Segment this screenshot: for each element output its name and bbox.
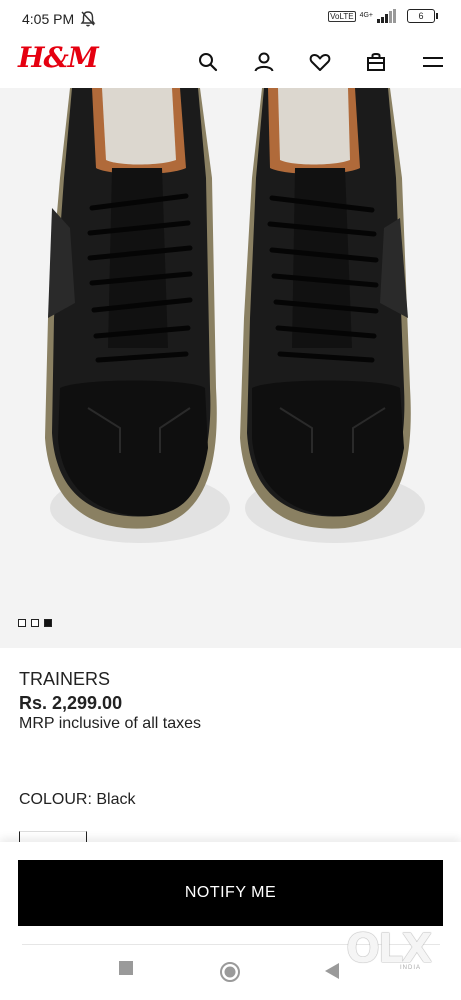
favourites-icon[interactable] bbox=[308, 50, 332, 74]
pagination-dot-active[interactable] bbox=[44, 619, 52, 627]
signal-icon bbox=[377, 9, 396, 23]
product-name: TRAINERS bbox=[19, 669, 111, 689]
product-price: Rs. 2,299.00 bbox=[19, 693, 123, 713]
tax-note: MRP inclusive of all taxes bbox=[19, 715, 201, 732]
pagination-dot[interactable] bbox=[18, 619, 26, 627]
colour-value: Black bbox=[96, 791, 136, 808]
pagination-dot[interactable] bbox=[31, 619, 39, 627]
back-icon[interactable] bbox=[324, 962, 340, 980]
colour-label: COLOUR: bbox=[19, 791, 92, 808]
notification-muted-icon bbox=[80, 11, 96, 27]
app-header: H&M bbox=[0, 40, 461, 88]
notify-me-button[interactable]: NOTIFY ME bbox=[18, 860, 443, 926]
bag-icon[interactable] bbox=[364, 50, 388, 74]
network-type: 4G+ bbox=[359, 12, 373, 19]
colour-row: COLOUR: Black bbox=[19, 791, 135, 809]
account-icon[interactable] bbox=[252, 50, 276, 74]
olx-watermark-sub: INDIA bbox=[400, 965, 422, 971]
search-icon[interactable] bbox=[196, 50, 220, 74]
status-time: 4:05 PM bbox=[22, 11, 75, 27]
brand-logo[interactable]: H&M bbox=[18, 41, 99, 74]
recent-apps-icon[interactable] bbox=[118, 960, 134, 976]
home-icon[interactable] bbox=[219, 961, 241, 983]
product-image[interactable] bbox=[0, 88, 461, 648]
status-bar: 4:05 PM VoLTE 4G+ 6 bbox=[0, 0, 461, 40]
battery-icon: 6 bbox=[407, 9, 438, 23]
image-pagination bbox=[18, 619, 52, 627]
volte-badge: VoLTE bbox=[328, 10, 356, 22]
status-indicators: VoLTE 4G+ 6 bbox=[328, 9, 438, 23]
trainers-image bbox=[0, 88, 461, 648]
menu-icon[interactable] bbox=[421, 50, 445, 74]
